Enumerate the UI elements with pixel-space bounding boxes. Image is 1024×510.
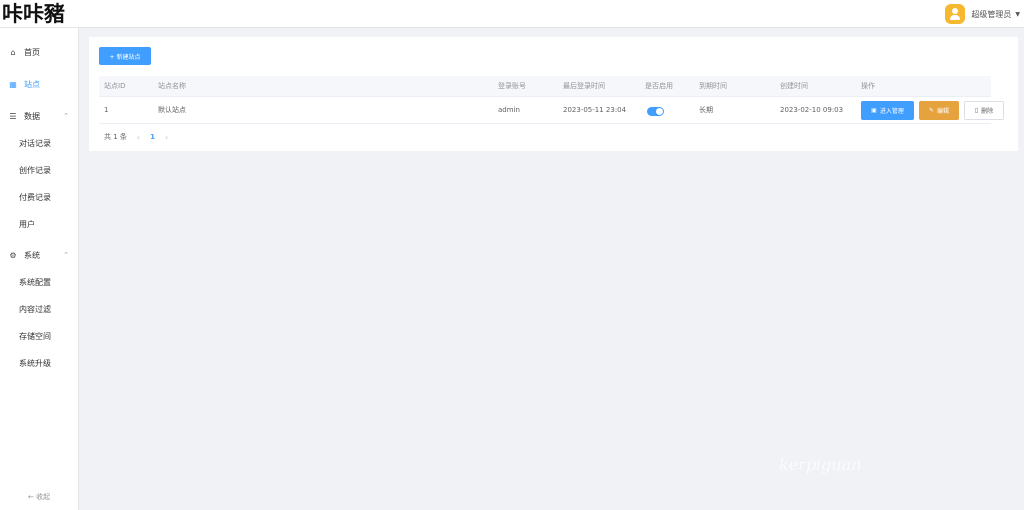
sidebar-item-label: 系统 <box>24 250 40 260</box>
sidebar-item-creation-records[interactable]: 创作记录 <box>19 163 51 179</box>
sidebar: ⌂ 首页 ▦ 站点 ☰ 数据 ⌃ 对话记录 创作记录 付费记录 用户 ⚙ 系统 … <box>0 28 79 510</box>
sites-card: + 新建站点 站点ID 站点名称 登录账号 最后登录时间 是否启用 到期时间 创… <box>89 37 1018 151</box>
pagination-total: 共 1 条 <box>104 133 127 141</box>
user-menu[interactable]: 超级管理员 ▼ <box>945 4 1020 24</box>
column-header: 操作 <box>861 82 875 90</box>
home-icon: ⌂ <box>10 47 16 57</box>
sidebar-item-sites[interactable]: ▦ 站点 <box>0 73 79 95</box>
cell-login-account: admin <box>498 106 520 114</box>
create-site-button[interactable]: + 新建站点 <box>99 47 151 65</box>
arrow-left-icon: ← <box>28 493 34 501</box>
edit-icon: ✎ <box>928 107 934 114</box>
avatar[interactable] <box>945 4 966 24</box>
sidebar-item-data[interactable]: ☰ 数据 ⌃ <box>0 105 79 127</box>
table-row: 1 默认站点 admin 2023-05-11 23:04 长期 2023-02… <box>99 97 1004 124</box>
chevron-down-icon[interactable]: ▼ <box>1015 11 1020 18</box>
list-icon: ☰ <box>9 111 17 121</box>
column-header: 登录账号 <box>498 82 526 90</box>
column-header: 站点ID <box>104 82 126 90</box>
watermark: kerpiguan <box>779 455 862 474</box>
sidebar-item-system[interactable]: ⚙ 系统 ⌃ <box>0 244 79 266</box>
column-header: 创建时间 <box>780 82 808 90</box>
column-header: 到期时间 <box>699 82 727 90</box>
next-page-icon[interactable]: › <box>165 133 168 142</box>
cell-expire: 长期 <box>699 106 713 114</box>
cell-created: 2023-02-10 09:03 <box>780 106 844 114</box>
sidebar-item-chat-records[interactable]: 对话记录 <box>19 136 51 152</box>
sidebar-item-upgrade[interactable]: 系统升级 <box>19 356 51 372</box>
table-header: 站点ID 站点名称 登录账号 最后登录时间 是否启用 到期时间 创建时间 操作 <box>99 76 991 97</box>
sidebar-item-payment-records[interactable]: 付费记录 <box>19 190 51 206</box>
column-header: 是否启用 <box>645 82 673 90</box>
sidebar-item-storage[interactable]: 存储空间 <box>19 329 51 345</box>
chevron-up-icon: ⌃ <box>63 251 69 259</box>
user-name[interactable]: 超级管理员 <box>971 9 1011 20</box>
trash-icon: ▯ <box>974 107 979 114</box>
app-logo[interactable]: 咔咔豬 <box>2 2 65 26</box>
sidebar-item-label: 数据 <box>24 111 40 121</box>
collapse-button[interactable]: ← 收起 <box>28 492 50 502</box>
column-header: 站点名称 <box>158 82 186 90</box>
sidebar-item-label: 首页 <box>24 47 40 57</box>
enter-manage-button[interactable]: ▣ 进入管理 <box>861 101 914 120</box>
sidebar-item-users[interactable]: 用户 <box>19 217 35 233</box>
edit-button[interactable]: ✎ 编辑 <box>919 101 959 120</box>
settings-icon: ⚙ <box>9 250 17 260</box>
manage-icon: ▣ <box>871 107 877 114</box>
collapse-label: 收起 <box>36 493 51 501</box>
top-header: 咔咔豬 超级管理员 ▼ <box>0 0 1024 28</box>
cell-site-name: 默认站点 <box>158 106 186 114</box>
delete-button[interactable]: ▯ 删除 <box>964 101 1004 120</box>
sidebar-item-content-filter[interactable]: 内容过滤 <box>19 302 51 318</box>
sidebar-item-label: 站点 <box>24 79 40 89</box>
sidebar-item-system-config[interactable]: 系统配置 <box>19 275 51 291</box>
page-number[interactable]: 1 <box>150 133 155 141</box>
pagination: 共 1 条 ‹ 1 › <box>104 130 178 144</box>
chevron-up-icon: ⌃ <box>63 112 69 120</box>
column-header: 最后登录时间 <box>563 82 605 90</box>
cell-site-id: 1 <box>104 106 109 114</box>
grid-icon: ▦ <box>9 79 17 89</box>
sidebar-item-home[interactable]: ⌂ 首页 <box>0 41 79 63</box>
cell-last-login: 2023-05-11 23:04 <box>563 106 627 114</box>
enabled-toggle[interactable] <box>647 107 664 116</box>
prev-page-icon[interactable]: ‹ <box>137 133 140 142</box>
